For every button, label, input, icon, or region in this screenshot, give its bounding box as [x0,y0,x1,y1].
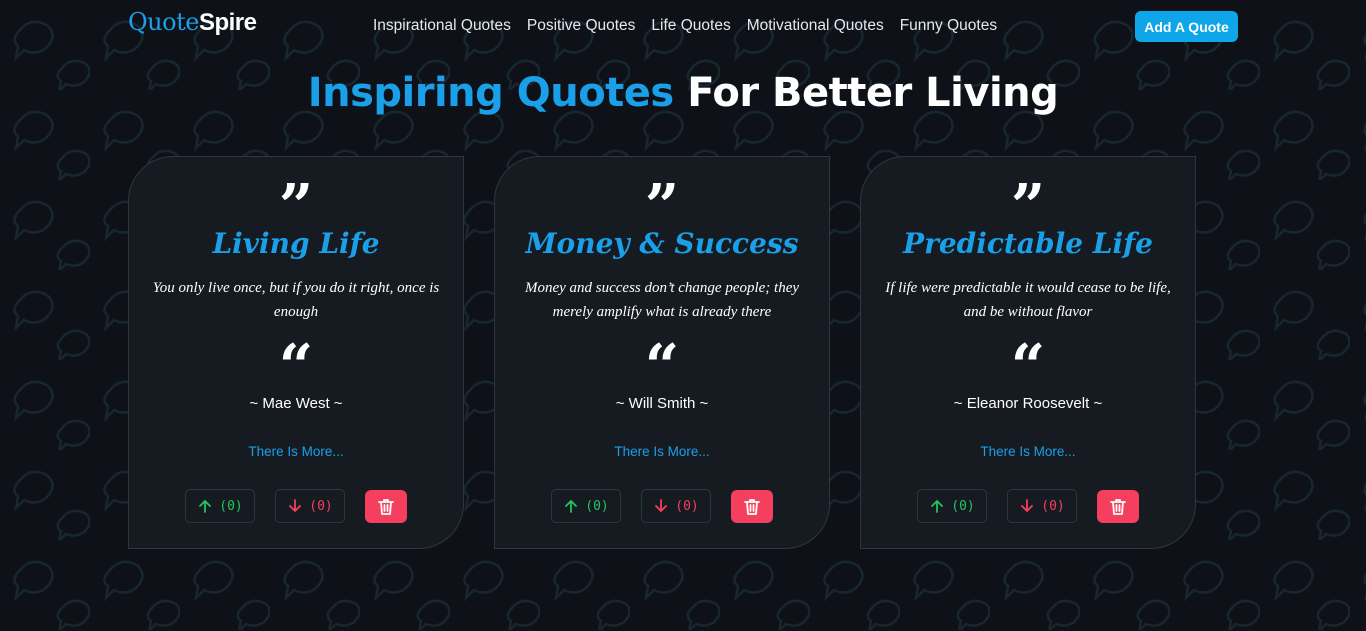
page-title-rest: For Better Living [687,70,1059,116]
page-title-accent: Inspiring Quotes [307,70,675,116]
trash-icon [378,498,394,515]
delete-button[interactable] [365,490,407,523]
arrow-up-icon [199,500,212,513]
trash-icon [744,498,760,515]
open-quote-icon: “ [644,332,680,402]
nav-link-funny[interactable]: Funny Quotes [900,17,997,35]
downvote-button[interactable]: (0) [641,489,711,523]
upvote-count: (0) [585,498,609,514]
downvote-button[interactable]: (0) [1007,489,1077,523]
upvote-count: (0) [951,498,975,514]
downvote-count: (0) [309,498,333,514]
navbar: QuoteSpire Inspirational Quotes Positive… [0,0,1366,52]
trash-icon [1110,498,1126,515]
quote-author: ~ Mae West ~ [249,395,343,412]
add-quote-button[interactable]: Add A Quote [1135,11,1238,42]
quote-text: You only live once, but if you do it rig… [152,280,440,320]
quote-card: ” Predictable Life If life were predicta… [860,156,1196,549]
delete-button[interactable] [1097,490,1139,523]
nav-link-positive[interactable]: Positive Quotes [527,17,636,35]
arrow-down-icon [1021,499,1034,512]
arrow-up-icon [931,500,944,513]
quote-title: Living Life [212,227,380,260]
quote-text: Money and success don’t change people; t… [524,280,800,320]
more-link[interactable]: There Is More... [129,444,463,459]
arrow-up-icon [565,500,578,513]
quote-card: ” Money & Success Money and success don’… [494,156,830,549]
downvote-button[interactable]: (0) [275,489,345,523]
nav-links: Inspirational Quotes Positive Quotes Lif… [373,17,1013,35]
nav-link-inspirational[interactable]: Inspirational Quotes [373,17,511,35]
brand-part-2: Spire [198,9,257,36]
open-quote-icon: “ [278,332,314,402]
upvote-button[interactable]: (0) [551,489,621,523]
upvote-button[interactable]: (0) [185,489,255,523]
quote-title: Money & Success [525,227,799,260]
more-link[interactable]: There Is More... [861,444,1195,459]
quote-title: Predictable Life [903,227,1153,260]
quote-author: ~ Will Smith ~ [615,395,709,412]
arrow-down-icon [655,499,668,512]
upvote-count: (0) [219,498,243,514]
quote-card: ” Living Life You only live once, but if… [128,156,464,549]
nav-link-motivational[interactable]: Motivational Quotes [747,17,884,35]
brand-part-1: Quote [128,8,199,36]
downvote-count: (0) [1041,498,1065,514]
page-title: Inspiring Quotes For Better Living [0,70,1366,116]
brand-logo[interactable]: QuoteSpire [128,8,257,37]
open-quote-icon: “ [1010,332,1046,402]
quote-author: ~ Eleanor Roosevelt ~ [953,395,1103,412]
downvote-count: (0) [675,498,699,514]
arrow-down-icon [289,499,302,512]
more-link[interactable]: There Is More... [495,444,829,459]
delete-button[interactable] [731,490,773,523]
upvote-button[interactable]: (0) [917,489,987,523]
nav-link-life[interactable]: Life Quotes [651,17,730,35]
quote-text: If life were predictable it would cease … [885,280,1171,320]
